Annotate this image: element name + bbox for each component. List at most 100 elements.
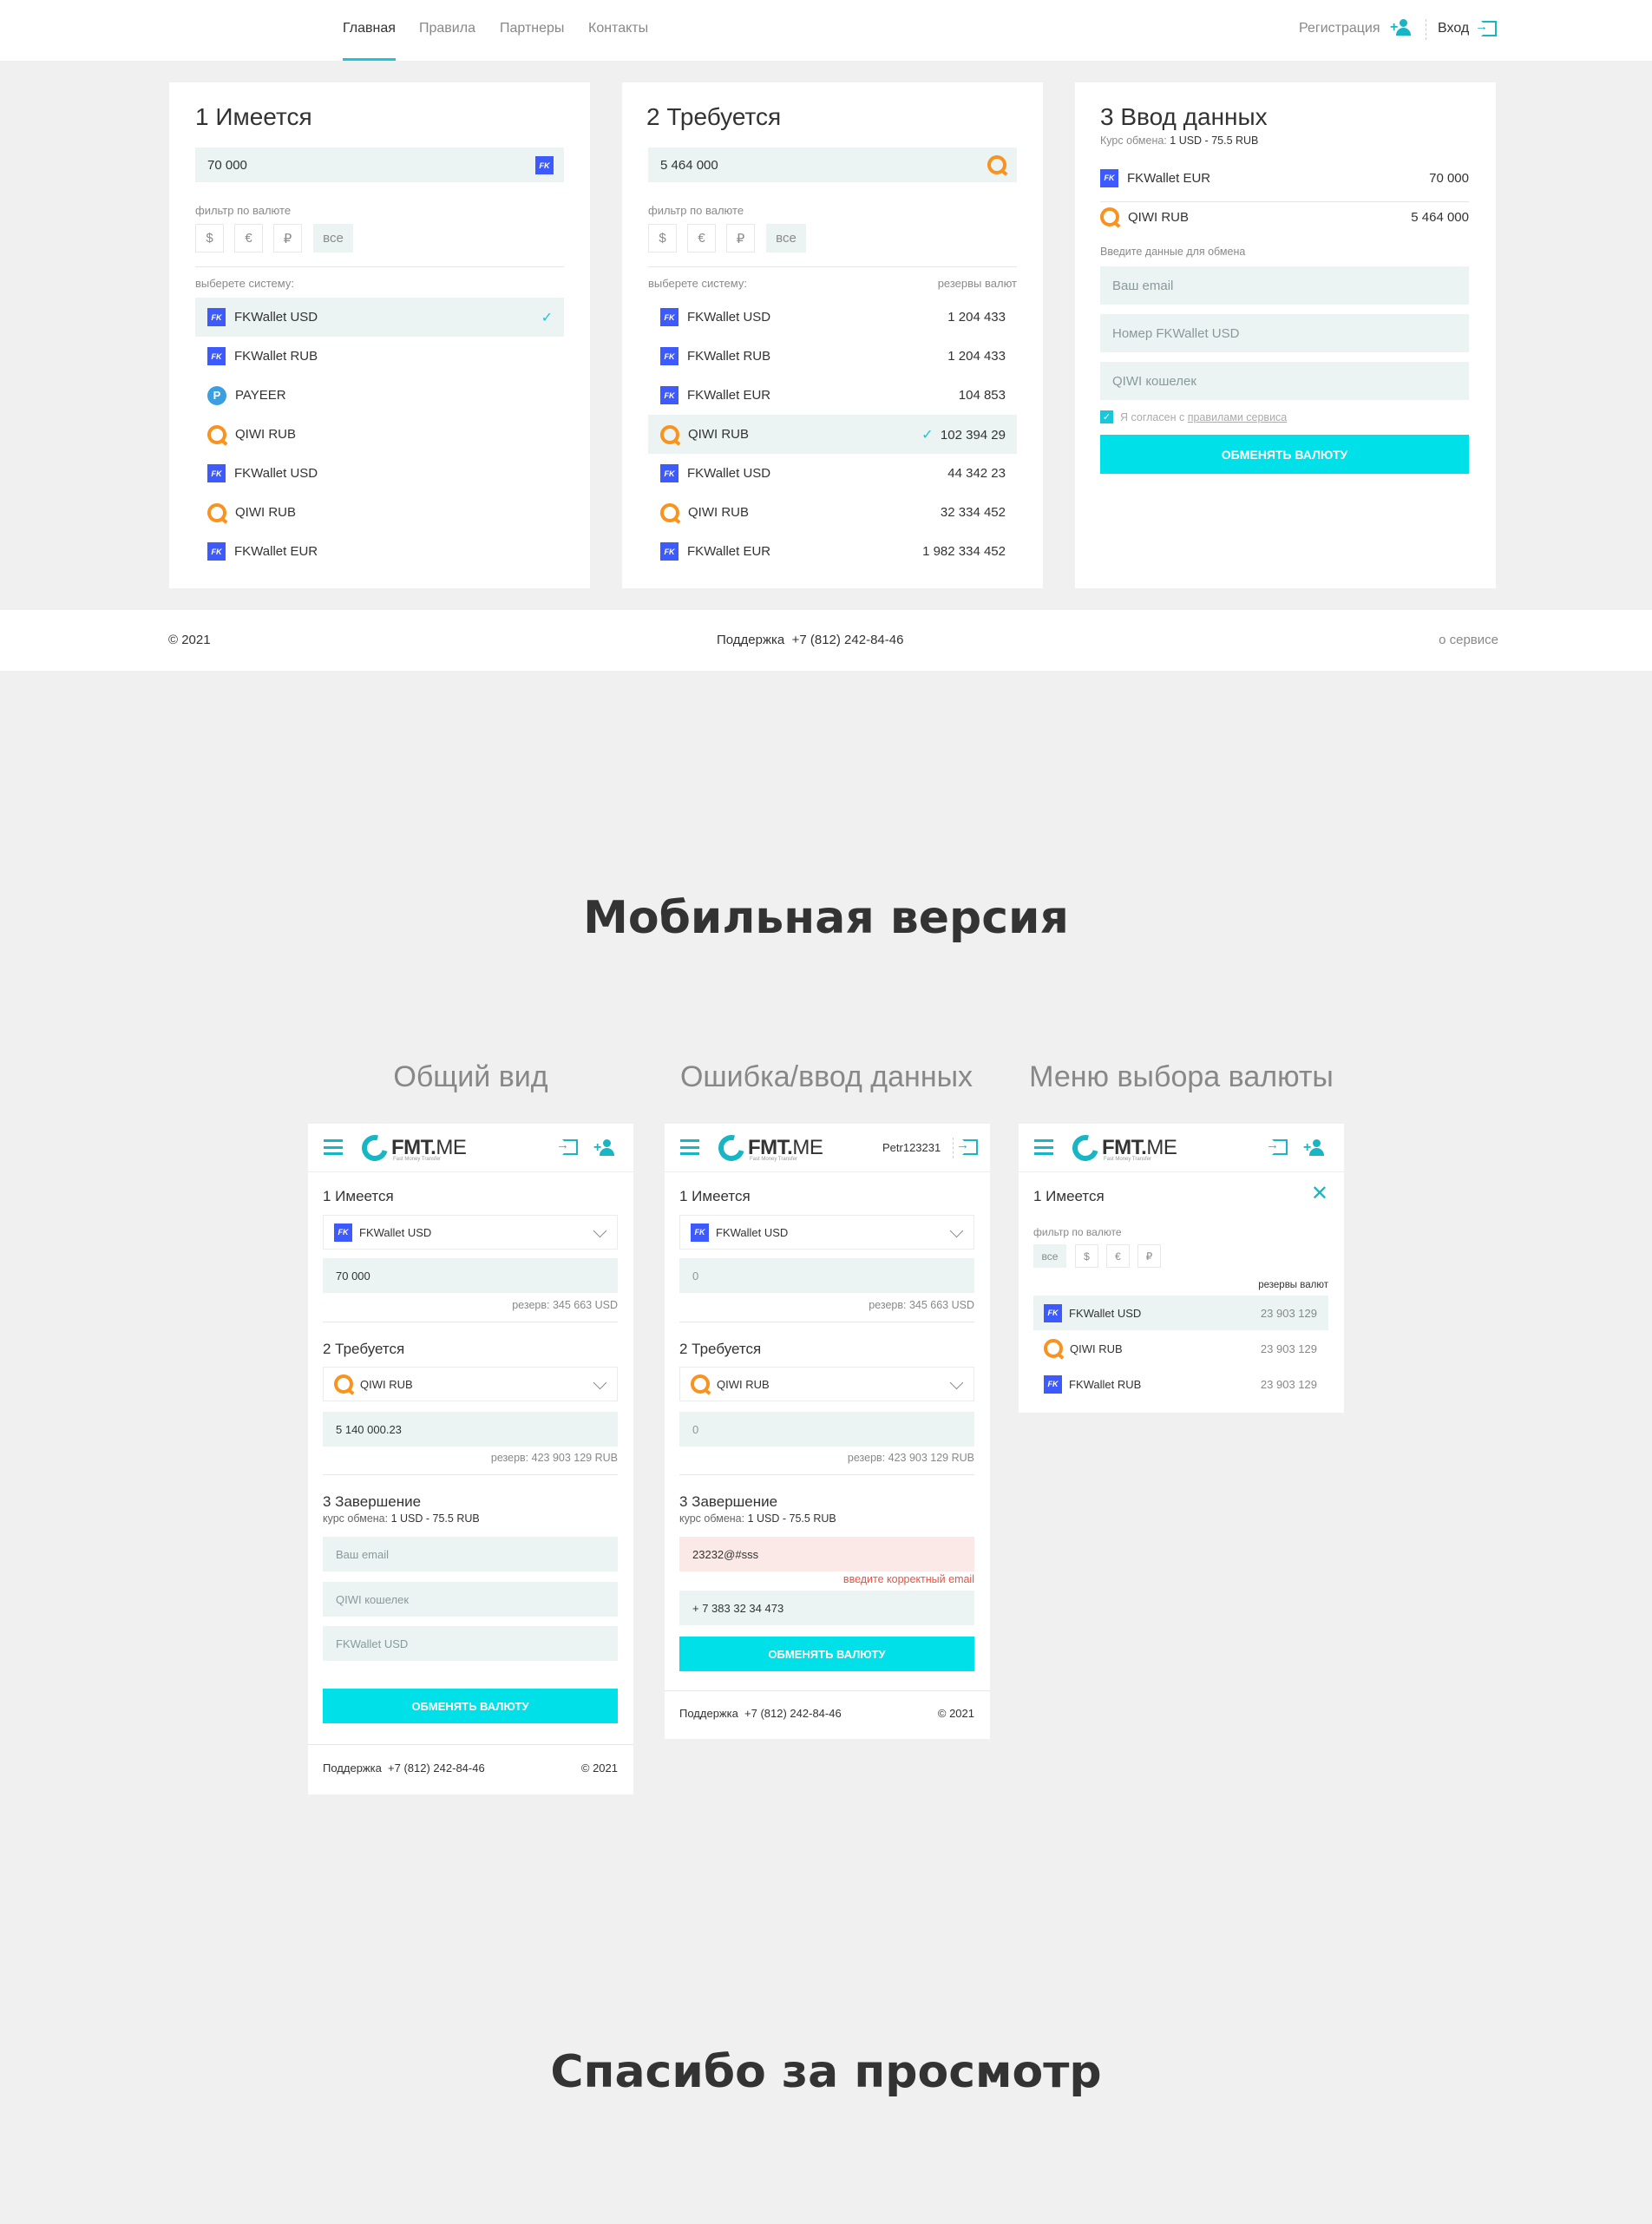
filter-label: фильтр по валюте xyxy=(1033,1226,1122,1238)
need-title: 2 Требуется xyxy=(323,1341,405,1357)
system-name: FKWallet USD xyxy=(687,310,771,325)
add-user-icon[interactable]: + xyxy=(1390,19,1413,41)
filter-rub-button[interactable]: ₽ xyxy=(1137,1244,1161,1268)
nav-rules[interactable]: Правила xyxy=(419,21,475,36)
rules-link[interactable]: правилами сервиса xyxy=(1188,411,1288,423)
have-system-row[interactable]: QIWI RUB xyxy=(195,415,564,454)
nav-partners[interactable]: Партнеры xyxy=(500,21,564,36)
register-link[interactable]: Регистрация xyxy=(1299,21,1380,36)
mobile-header: FMT.ME Fast Money Transfer Petr123231 xyxy=(665,1124,990,1172)
close-icon[interactable]: ✕ xyxy=(1311,1181,1328,1206)
fkwallet-number-field[interactable]: Номер FKWallet USD xyxy=(1100,314,1469,352)
filter-all-button[interactable]: все xyxy=(766,224,806,253)
add-user-icon[interactable]: + xyxy=(1303,1139,1327,1161)
menu-icon[interactable] xyxy=(324,1139,343,1155)
have-title: 1 Имеется xyxy=(195,103,312,130)
system-name: FKWallet USD xyxy=(234,466,318,481)
filter-eur-button[interactable]: € xyxy=(1106,1244,1130,1268)
need-system-row[interactable]: FK FKWallet USD 1 204 433 xyxy=(648,298,1017,337)
qiwi-icon xyxy=(334,1374,353,1394)
nav-home[interactable]: Главная xyxy=(343,21,396,36)
need-reserve: резерв: 423 903 129 RUB xyxy=(847,1452,974,1464)
currency-row[interactable]: QIWI RUB 23 903 129 xyxy=(1033,1331,1328,1366)
exchange-button[interactable]: ОБМЕНЯТЬ ВАЛЮТУ xyxy=(679,1637,974,1671)
agree-text: Я согласен с xyxy=(1120,411,1185,423)
exchange-button[interactable]: ОБМЕНЯТЬ ВАЛЮТУ xyxy=(1100,435,1469,474)
rate-value: 1 USD - 75.5 RUB xyxy=(747,1512,836,1525)
filter-usd-button[interactable]: $ xyxy=(648,224,677,253)
login-icon[interactable] xyxy=(1266,1138,1288,1159)
have-system-row[interactable]: FK FKWallet USD ✓ xyxy=(195,298,564,337)
need-system-row[interactable]: QIWI RUB 32 334 452 xyxy=(648,493,1017,532)
have-amount-input[interactable]: 0 xyxy=(679,1258,974,1293)
qiwi-wallet-field[interactable]: QIWI кошелек xyxy=(323,1582,618,1617)
agree-checkbox[interactable]: ✓ xyxy=(1100,410,1113,423)
logo-suffix: ME xyxy=(792,1136,823,1159)
system-name: FKWallet RUB xyxy=(687,349,771,364)
need-system-row[interactable]: FK FKWallet USD 44 342 23 xyxy=(648,454,1017,493)
need-system-row[interactable]: QIWI RUB ✓ 102 394 29 xyxy=(648,415,1017,454)
have-system-select[interactable]: FK FKWallet USD xyxy=(323,1215,618,1250)
have-system-row[interactable]: FK FKWallet RUB xyxy=(195,337,564,376)
rate-value: 1 USD - 75.5 RUB xyxy=(390,1512,480,1525)
header-divider xyxy=(953,1138,954,1158)
need-title: 2 Требуется xyxy=(679,1341,762,1357)
have-filter-label: фильтр по валюте xyxy=(195,204,292,217)
filter-all-button[interactable]: все xyxy=(313,224,353,253)
email-field[interactable]: 23232@#sss xyxy=(679,1537,974,1571)
support-phone[interactable]: Поддержка +7 (812) 242-84-46 xyxy=(323,1761,485,1775)
have-system-row[interactable]: FK FKWallet USD xyxy=(195,454,564,493)
have-amount-input[interactable]: 70 000 FK xyxy=(195,148,564,182)
fkwallet-field[interactable]: FKWallet USD xyxy=(323,1626,618,1661)
exchange-button[interactable]: ОБМЕНЯТЬ ВАЛЮТУ xyxy=(323,1689,618,1723)
logo: FMT.ME Fast Money Transfer xyxy=(1067,1130,1177,1166)
filter-usd-button[interactable]: $ xyxy=(195,224,224,253)
have-system-select[interactable]: FK FKWallet USD xyxy=(679,1215,974,1250)
menu-icon[interactable] xyxy=(680,1139,699,1155)
support-phone[interactable]: Поддержка +7 (812) 242-84-46 xyxy=(679,1707,842,1720)
email-field[interactable]: Ваш email xyxy=(1100,266,1469,305)
menu-icon[interactable] xyxy=(1034,1139,1053,1155)
login-icon[interactable] xyxy=(1475,19,1497,41)
have-system-row[interactable]: QIWI RUB xyxy=(195,493,564,532)
need-system-row[interactable]: FK FKWallet EUR 1 982 334 452 xyxy=(648,532,1017,571)
add-user-icon[interactable]: + xyxy=(593,1139,617,1161)
need-amount-input[interactable]: 0 xyxy=(679,1412,974,1447)
currency-row[interactable]: FK FKWallet USD 23 903 129 xyxy=(1033,1296,1328,1330)
get-amount: 5 464 000 xyxy=(1411,209,1469,225)
need-amount-input[interactable]: 5 464 000 xyxy=(648,148,1017,182)
need-amount-input[interactable]: 5 140 000.23 xyxy=(323,1412,618,1447)
need-system-select[interactable]: QIWI RUB xyxy=(679,1367,974,1401)
summary-get-row: QIWI RUB 5 464 000 xyxy=(1100,201,1469,233)
divider xyxy=(665,1690,990,1691)
filter-rub-button[interactable]: ₽ xyxy=(726,224,755,253)
filter-usd-button[interactable]: $ xyxy=(1075,1244,1098,1268)
logout-icon[interactable] xyxy=(956,1138,978,1159)
fkwallet-icon: FK xyxy=(535,156,554,174)
phone-field[interactable]: + 7 383 32 34 473 xyxy=(679,1591,974,1625)
menu-title: 1 Имеется xyxy=(1033,1188,1105,1204)
login-link[interactable]: Вход xyxy=(1438,21,1469,36)
have-amount-input[interactable]: 70 000 xyxy=(323,1258,618,1293)
reserve-value: 102 394 29 xyxy=(940,427,1006,443)
login-icon[interactable] xyxy=(556,1138,578,1159)
nav-contacts[interactable]: Контакты xyxy=(588,21,648,36)
have-system-row[interactable]: P PAYEER xyxy=(195,376,564,415)
qiwi-wallet-field[interactable]: QIWI кошелек xyxy=(1100,362,1469,400)
give-amount: 70 000 xyxy=(1429,170,1469,186)
need-system-select[interactable]: QIWI RUB xyxy=(323,1367,618,1401)
filter-rub-button[interactable]: ₽ xyxy=(273,224,302,253)
need-system-value: QIWI RUB xyxy=(360,1377,413,1391)
filter-eur-button[interactable]: € xyxy=(234,224,263,253)
email-field[interactable]: Ваш email xyxy=(323,1537,618,1571)
username[interactable]: Petr123231 xyxy=(882,1141,941,1154)
currency-row[interactable]: FK FKWallet RUB 23 903 129 xyxy=(1033,1367,1328,1401)
mobile-version-title: Мобильная версия xyxy=(583,892,1069,944)
about-link[interactable]: о сервисе xyxy=(1439,633,1498,647)
have-system-row[interactable]: FK FKWallet EUR xyxy=(195,532,564,571)
filter-all-button[interactable]: все xyxy=(1033,1244,1066,1268)
need-system-row[interactable]: FK FKWallet RUB 1 204 433 xyxy=(648,337,1017,376)
support-phone[interactable]: Поддержка +7 (812) 242-84-46 xyxy=(717,633,903,647)
filter-eur-button[interactable]: € xyxy=(687,224,716,253)
need-system-row[interactable]: FK FKWallet EUR 104 853 xyxy=(648,376,1017,415)
